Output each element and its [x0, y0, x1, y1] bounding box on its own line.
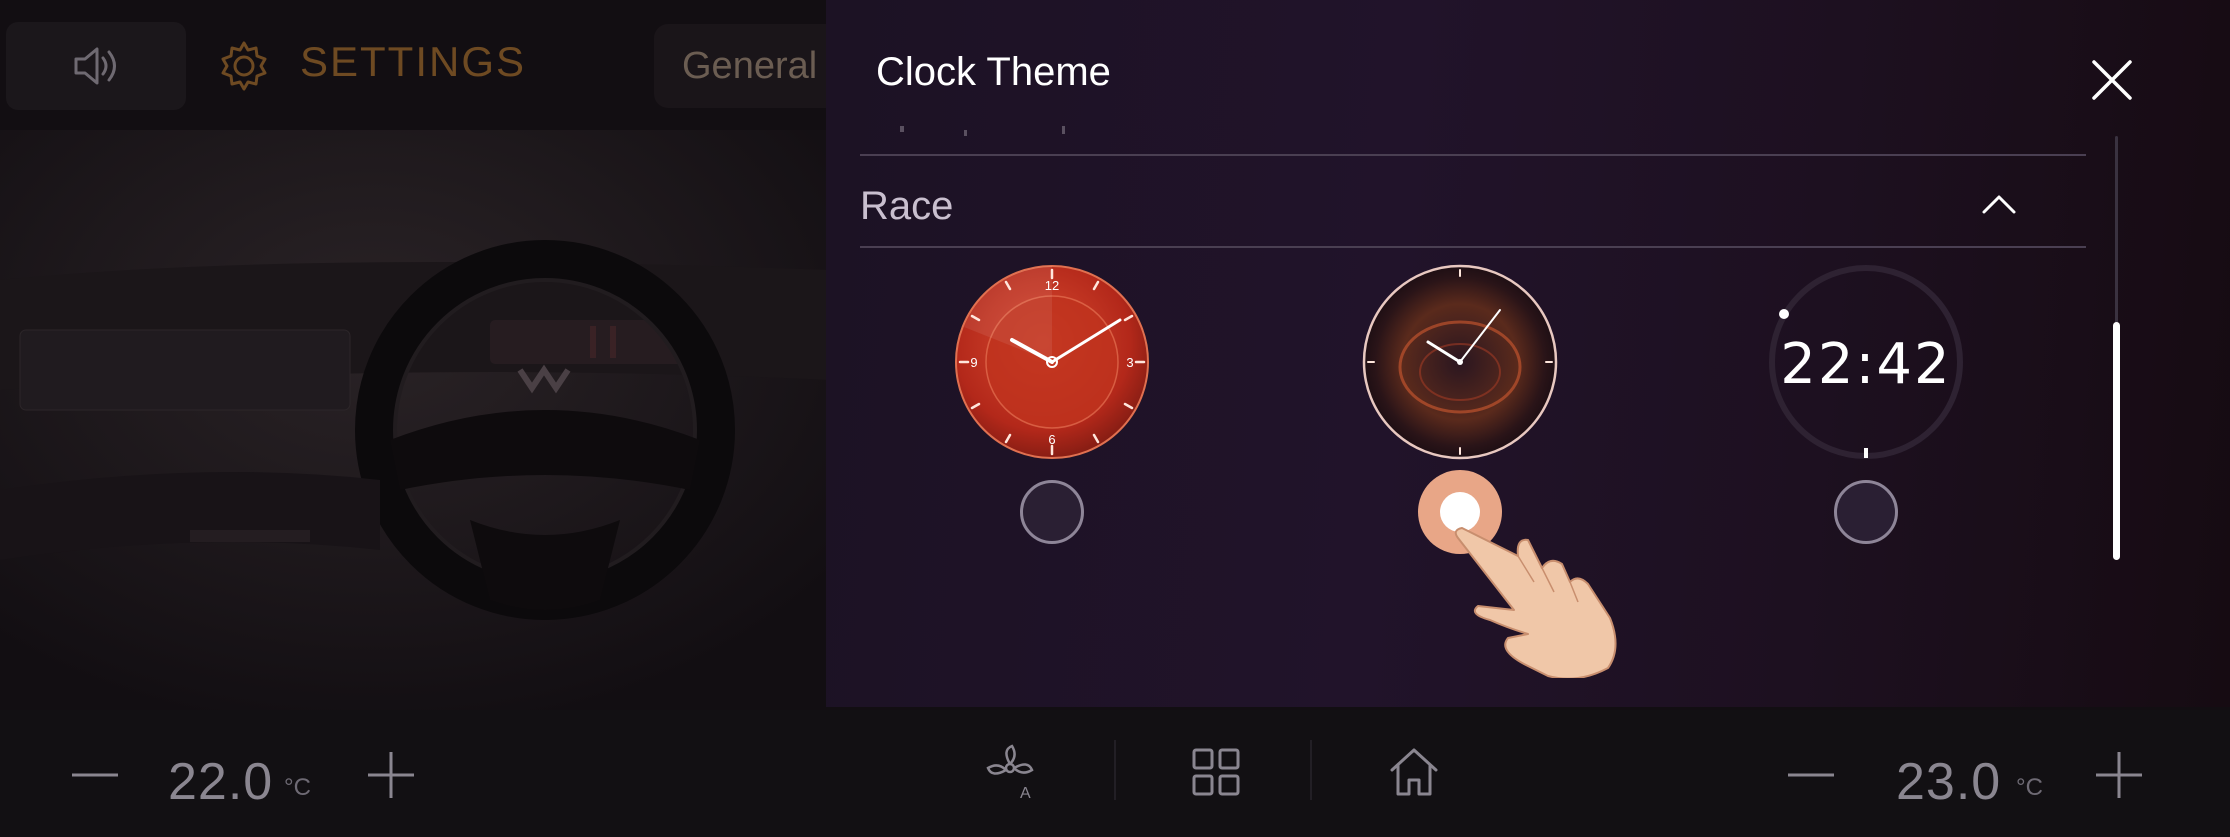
clock-theme-dialog: Clock Theme Race 12 3 6 9 22:42	[826, 0, 2230, 707]
clock-option-dark-analog[interactable]	[1360, 262, 1617, 678]
hand-pointer-illustration	[1454, 527, 1617, 678]
car-interior-image	[0, 130, 830, 710]
fan-auto-icon[interactable]: A	[984, 740, 1048, 804]
left-temp-increase-icon[interactable]	[362, 746, 420, 804]
divider	[860, 246, 2086, 248]
right-temp-unit: °C	[2016, 774, 2043, 801]
clock-option-red-analog[interactable]: 12 3 6 9	[952, 262, 1192, 562]
analog-clock-dark-preview	[1362, 264, 1558, 460]
left-temperature: 22.0	[168, 753, 274, 811]
climate-bar: 22.0 °C A 23.0 °C	[0, 710, 2230, 837]
speaker-icon	[74, 47, 116, 85]
radio-red-analog[interactable]	[1020, 480, 1084, 544]
grid-icon[interactable]	[1184, 740, 1248, 804]
right-temp-increase-icon[interactable]	[2090, 746, 2148, 804]
separator	[1114, 740, 1116, 800]
chevron-up-icon[interactable]	[1976, 182, 2022, 228]
right-temperature: 23.0	[1896, 753, 2002, 811]
analog-clock-red-preview: 12 3 6 9	[955, 265, 1149, 459]
clock-numeral-6: 6	[1048, 432, 1055, 447]
clock-numeral-3: 3	[1126, 355, 1133, 370]
divider	[860, 154, 2086, 156]
page-title: SETTINGS	[300, 38, 527, 85]
clock-option-digital[interactable]: 22:42	[1766, 262, 2006, 562]
svg-text:A: A	[1020, 785, 1031, 802]
separator	[1310, 740, 1312, 800]
right-temp-decrease-icon[interactable]	[1782, 746, 1840, 804]
volume-button[interactable]	[6, 22, 186, 110]
digital-clock-time: 22:42	[1780, 332, 1952, 397]
left-temp-decrease-icon[interactable]	[66, 746, 124, 804]
section-label-race: Race	[860, 184, 954, 228]
previous-section-edge	[900, 126, 1065, 136]
clock-numeral-12: 12	[1045, 278, 1059, 293]
radio-digital[interactable]	[1834, 480, 1898, 544]
clock-numeral-9: 9	[970, 355, 977, 370]
left-temp-unit: °C	[284, 774, 311, 801]
dialog-title: Clock Theme	[876, 50, 1111, 94]
gear-icon	[221, 41, 267, 91]
close-icon[interactable]	[2088, 56, 2136, 104]
scrollbar-thumb[interactable]	[2113, 322, 2120, 560]
home-icon[interactable]	[1382, 740, 1446, 804]
